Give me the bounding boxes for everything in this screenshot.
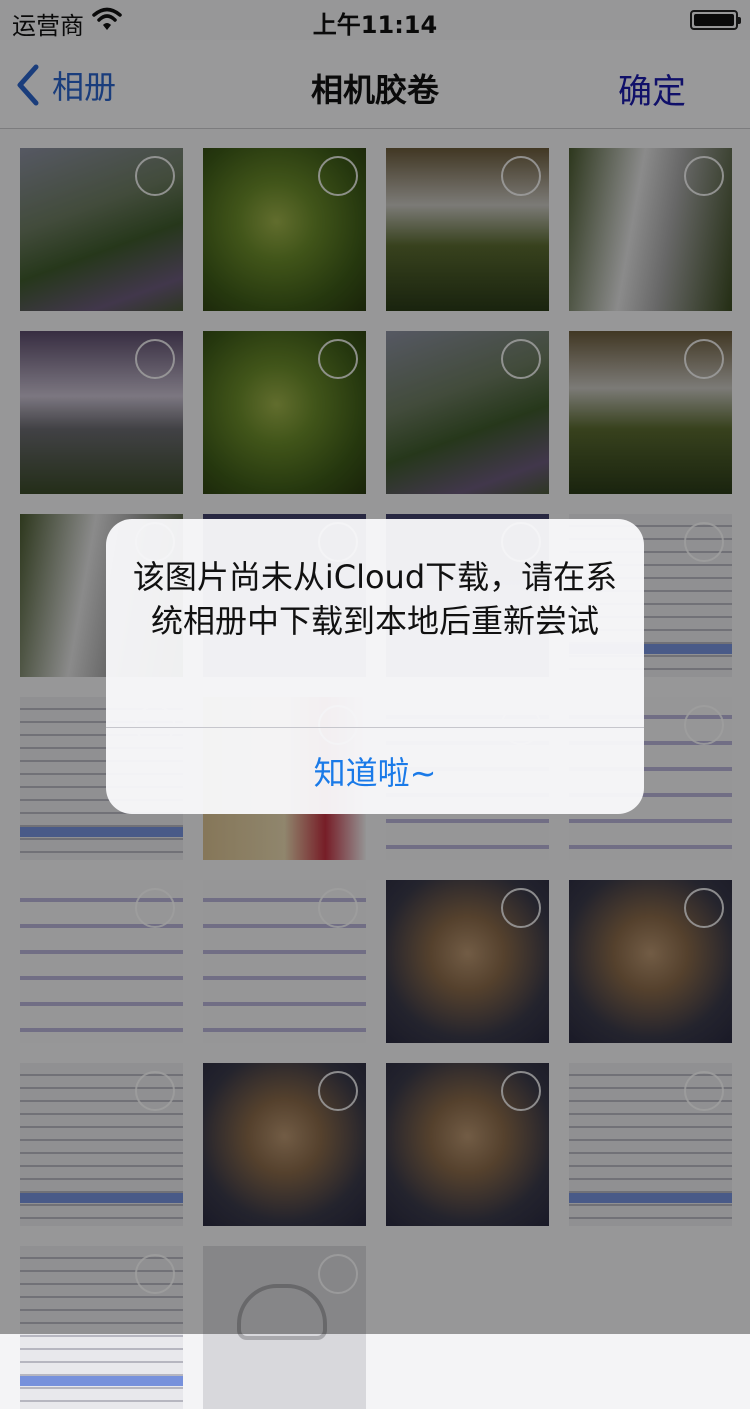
alert-dialog: 该图片尚未从iCloud下载，请在系统相册中下载到本地后重新尝试 知道啦~: [106, 519, 644, 814]
alert-ok-button[interactable]: 知道啦~: [106, 728, 644, 814]
screenshot-highlight: [20, 1376, 183, 1386]
alert-message: 该图片尚未从iCloud下载，请在系统相册中下载到本地后重新尝试: [132, 558, 618, 640]
